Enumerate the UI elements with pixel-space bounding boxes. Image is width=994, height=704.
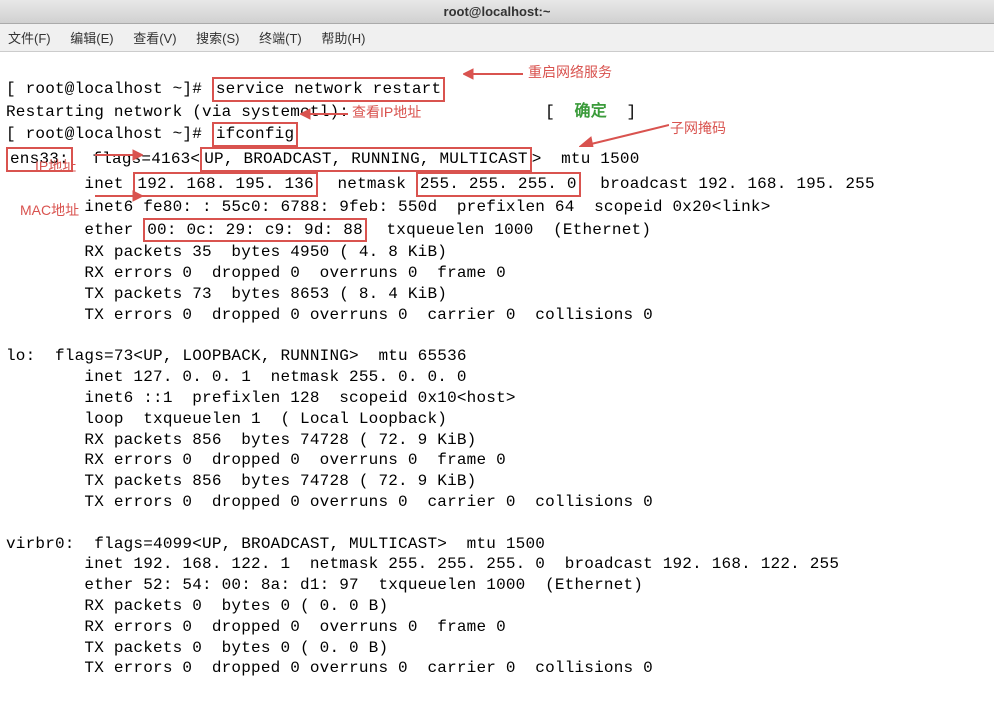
annotation-ip-address: IP地址 [35,156,76,176]
ok-text: 确定 [575,103,607,121]
window-title: root@localhost:~ [444,4,551,19]
lo-l5: RX packets 856 bytes 74728 ( 72. 9 KiB) [6,431,476,449]
lo-l3: inet6 ::1 prefixlen 128 scopeid 0x10<hos… [6,389,516,407]
ens33-l2c: broadcast 192. 168. 195. 255 [581,175,875,193]
prompt-1: [ root@localhost ~]# [6,80,212,98]
ens33-l7: TX packets 73 bytes 8653 ( 8. 4 KiB) [6,285,447,303]
ens33-l8: TX errors 0 dropped 0 overruns 0 carrier… [6,306,653,324]
restarting-line: Restarting network (via systemctl): [6,103,349,121]
arrow-subnet [579,123,669,147]
lo-l8: TX errors 0 dropped 0 overruns 0 carrier… [6,493,653,511]
ens33-netmask: 255. 255. 255. 0 [416,172,581,197]
menu-terminal[interactable]: 终端(T) [259,31,302,46]
virbr0-l3: ether 52: 54: 00: 8a: d1: 97 txqueuelen … [6,576,643,594]
command-ifconfig: ifconfig [212,122,298,147]
ok-bracket-left: [ [545,103,574,121]
arrow-ip [95,149,143,161]
ens33-flags-post: > mtu 1500 [532,150,640,168]
terminal-output[interactable]: [ root@localhost ~]# service network res… [0,52,994,704]
lo-l1: lo: flags=73<UP, LOOPBACK, RUNNING> mtu … [6,347,467,365]
virbr0-l4: RX packets 0 bytes 0 ( 0. 0 B) [6,597,388,615]
arrow-mac [95,190,143,202]
menu-help[interactable]: 帮助(H) [321,31,365,46]
virbr0-l1: virbr0: flags=4099<UP, BROADCAST, MULTIC… [6,535,545,553]
annotation-mac-address: MAC地址 [20,200,79,220]
virbr0-l7: TX errors 0 dropped 0 overruns 0 carrier… [6,659,653,677]
menu-edit[interactable]: 编辑(E) [70,31,113,46]
annotation-restart-service: 重启网络服务 [528,62,612,82]
arrow-ifconfig [300,106,348,122]
lo-l2: inet 127. 0. 0. 1 netmask 255. 0. 0. 0 [6,368,467,386]
virbr0-l6: TX packets 0 bytes 0 ( 0. 0 B) [6,639,388,657]
prompt-2: [ root@localhost ~]# [6,125,212,143]
ens33-l5: RX packets 35 bytes 4950 ( 4. 8 KiB) [6,243,447,261]
ens33-ip: 192. 168. 195. 136 [133,172,317,197]
lo-l4: loop txqueuelen 1 ( Local Loopback) [6,410,447,428]
ens33-l2b: netmask [318,175,416,193]
lo-l7: TX packets 856 bytes 74728 ( 72. 9 KiB) [6,472,476,490]
virbr0-l5: RX errors 0 dropped 0 overruns 0 frame 0 [6,618,506,636]
ens33-l6: RX errors 0 dropped 0 overruns 0 frame 0 [6,264,506,282]
virbr0-l2: inet 192. 168. 122. 1 netmask 255. 255. … [6,555,839,573]
annotation-check-ip: 查看IP地址 [352,102,421,122]
annotation-subnet-mask: 子网掩码 [670,118,726,138]
menu-file[interactable]: 文件(F) [8,31,51,46]
window-titlebar: root@localhost:~ [0,0,994,24]
menubar: 文件(F) 编辑(E) 查看(V) 搜索(S) 终端(T) 帮助(H) [0,24,994,52]
menu-search[interactable]: 搜索(S) [196,31,239,46]
ok-bracket-right: ] [607,103,636,121]
command-service-restart: service network restart [212,77,445,102]
ens33-mac: 00: 0c: 29: c9: 9d: 88 [143,218,367,243]
ens33-flags: UP, BROADCAST, RUNNING, MULTICAST [200,147,531,172]
arrow-restart [463,66,523,82]
ens33-l4b: txqueuelen 1000 (Ethernet) [367,221,651,239]
menu-view[interactable]: 查看(V) [133,31,176,46]
ens33-l4a: ether [6,221,143,239]
lo-l6: RX errors 0 dropped 0 overruns 0 frame 0 [6,451,506,469]
